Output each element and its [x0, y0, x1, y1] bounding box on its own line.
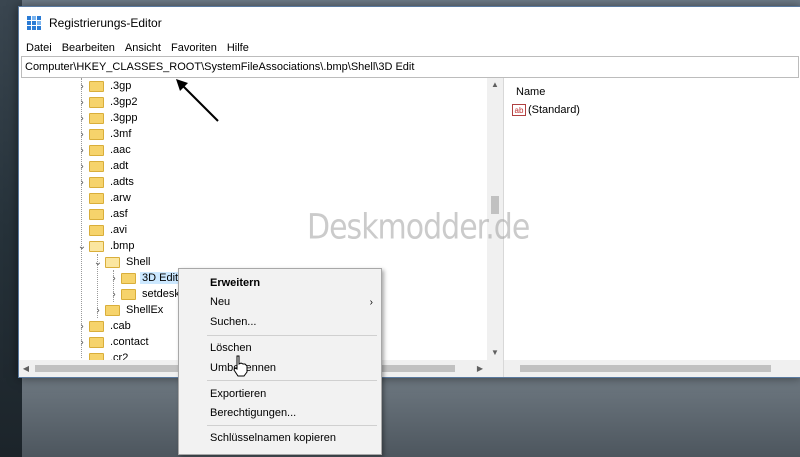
- title-bar: Registrierungs-Editor: [19, 7, 800, 39]
- menu-separator: [207, 380, 377, 381]
- menu-favoriten[interactable]: Favoriten: [166, 42, 222, 54]
- tree-item[interactable]: .arw: [77, 190, 133, 206]
- chevron-right-icon[interactable]: ›: [77, 161, 87, 172]
- menu-ansicht[interactable]: Ansicht: [120, 42, 166, 54]
- window-title: Registrierungs-Editor: [49, 16, 162, 30]
- chevron-right-icon[interactable]: ›: [77, 145, 87, 156]
- chevron-down-icon[interactable]: ⌄: [93, 257, 103, 268]
- folder-icon: [121, 288, 136, 300]
- chevron-right-icon: ›: [369, 296, 373, 308]
- annotation-arrow-icon: [176, 79, 219, 122]
- menu-bearbeiten[interactable]: Bearbeiten: [57, 42, 120, 54]
- folder-open-icon: [89, 240, 104, 252]
- chevron-right-icon[interactable]: ›: [77, 321, 87, 332]
- menu-item-suchen[interactable]: Suchen...: [210, 313, 373, 331]
- menu-item-neu[interactable]: Neu ›: [210, 293, 373, 311]
- values-horizontal-scrollbar[interactable]: [504, 360, 800, 377]
- tree-item[interactable]: › .3gp: [77, 78, 133, 94]
- tree-item[interactable]: ⌄ .bmp: [77, 238, 136, 254]
- menu-item-berechtigungen[interactable]: Berechtigungen...: [210, 404, 373, 422]
- tree-item[interactable]: ⌄ Shell: [93, 254, 152, 270]
- folder-icon: [89, 160, 104, 172]
- column-header-name[interactable]: Name: [516, 86, 545, 98]
- folder-icon: [89, 320, 104, 332]
- menu-hilfe[interactable]: Hilfe: [222, 42, 254, 54]
- value-name: (Standard): [528, 104, 580, 116]
- chevron-right-icon[interactable]: ›: [77, 97, 87, 108]
- folder-icon: [89, 112, 104, 124]
- menu-separator: [207, 425, 377, 426]
- menu-separator: [207, 335, 377, 336]
- tree-item[interactable]: › ShellEx: [93, 302, 165, 318]
- tree-item[interactable]: › .aac: [77, 142, 133, 158]
- folder-icon: [89, 128, 104, 140]
- chevron-right-icon[interactable]: ›: [109, 273, 119, 284]
- folder-icon: [89, 96, 104, 108]
- tree-item[interactable]: › .3gp2: [77, 94, 140, 110]
- context-menu: Erweitern Neu› Suchen... Löschen Umbenen…: [178, 268, 382, 455]
- chevron-right-icon[interactable]: ›: [109, 289, 119, 300]
- chevron-right-icon[interactable]: ›: [77, 113, 87, 124]
- menu-bar: Datei Bearbeiten Ansicht Favoriten Hilfe: [19, 39, 800, 56]
- tree-item[interactable]: › .contact: [77, 334, 151, 350]
- address-path: Computer\HKEY_CLASSES_ROOT\SystemFileAss…: [25, 61, 415, 73]
- tree-item[interactable]: › .adts: [77, 174, 136, 190]
- scroll-thumb[interactable]: [520, 365, 771, 372]
- chevron-right-icon[interactable]: ›: [77, 337, 87, 348]
- chevron-down-icon[interactable]: ⌄: [77, 241, 87, 252]
- folder-icon: [89, 176, 104, 188]
- menu-item-erweitern[interactable]: Erweitern: [210, 274, 373, 292]
- watermark: Deskmodder.de: [307, 207, 530, 248]
- string-value-icon: ab: [512, 104, 526, 116]
- tree-item[interactable]: .avi: [77, 222, 129, 238]
- folder-icon: [89, 336, 104, 348]
- tree-item-selected[interactable]: › 3D Edit: [109, 270, 181, 286]
- chevron-right-icon[interactable]: ›: [77, 177, 87, 188]
- folder-open-icon: [105, 256, 120, 268]
- address-bar[interactable]: Computer\HKEY_CLASSES_ROOT\SystemFileAss…: [21, 56, 799, 78]
- menu-datei[interactable]: Datei: [21, 42, 57, 54]
- folder-icon: [121, 272, 136, 284]
- folder-icon: [105, 304, 120, 316]
- tree-item[interactable]: › setdesk: [109, 286, 182, 302]
- scroll-down-icon[interactable]: ▼: [487, 346, 503, 360]
- chevron-right-icon[interactable]: ›: [93, 305, 103, 316]
- value-row[interactable]: ab (Standard): [512, 104, 580, 116]
- folder-icon: [89, 224, 104, 236]
- folder-icon: [89, 144, 104, 156]
- chevron-right-icon[interactable]: ›: [77, 81, 87, 92]
- folder-icon: [89, 80, 104, 92]
- tree-item[interactable]: › .adt: [77, 158, 130, 174]
- menu-item-schluesselnamen-kopieren[interactable]: Schlüsselnamen kopieren: [210, 429, 373, 447]
- hand-cursor-icon: [233, 355, 248, 377]
- scroll-up-icon[interactable]: ▲: [487, 78, 503, 92]
- tree-item[interactable]: › .cab: [77, 318, 133, 334]
- regedit-app-icon: [27, 16, 41, 30]
- tree-item[interactable]: › .3mf: [77, 126, 133, 142]
- tree-item[interactable]: .asf: [77, 206, 130, 222]
- folder-icon: [89, 208, 104, 220]
- tree-item[interactable]: › .3gpp: [77, 110, 140, 126]
- folder-icon: [89, 192, 104, 204]
- scroll-left-icon[interactable]: ◀: [19, 360, 33, 377]
- scroll-right-icon[interactable]: ▶: [473, 360, 487, 377]
- chevron-right-icon[interactable]: ›: [77, 129, 87, 140]
- registry-editor-window: Registrierungs-Editor Datei Bearbeiten A…: [18, 6, 800, 378]
- menu-item-exportieren[interactable]: Exportieren: [210, 385, 373, 403]
- values-pane: Name ab (Standard): [504, 78, 800, 377]
